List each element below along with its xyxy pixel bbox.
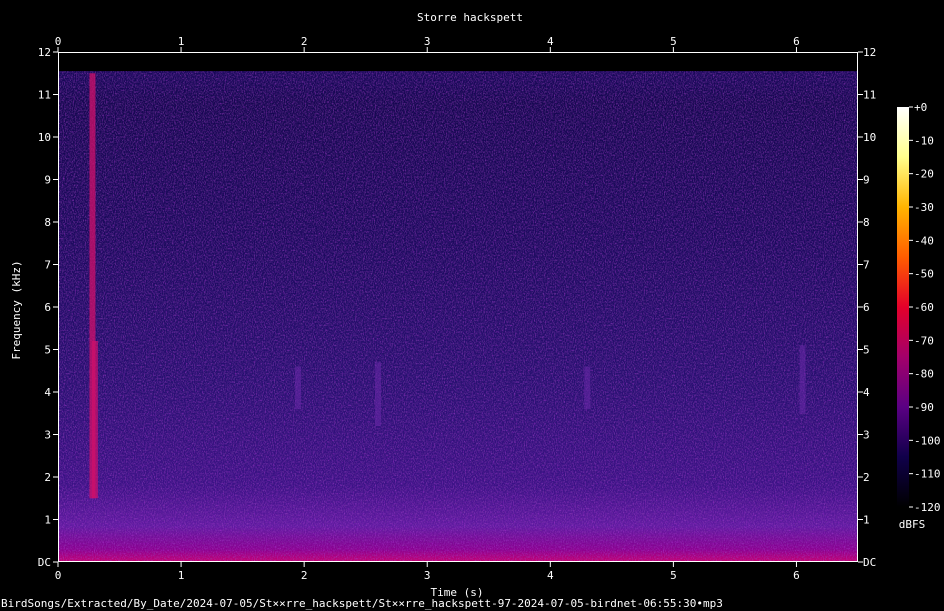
y-tick-label-right-10: 10 [863,131,876,144]
x-tick-label-bottom-5: 5 [670,569,677,582]
y-tick-label-left-8: 8 [44,216,51,229]
x-tick-label-top-2: 2 [301,35,308,48]
colorbar-tick-label-0: +0 [914,101,927,114]
y-tick-label-left-3: 3 [44,429,51,442]
colorbar-tick-label-10: -100 [914,434,941,447]
y-tick-label-left-10: 10 [38,131,51,144]
colorbar-tick-label-11: -110 [914,468,941,481]
event-streak-5 [799,345,806,414]
spectrogram-top-band [58,52,858,72]
colorbar-label: dBFS [899,518,926,531]
x-tick-label-top-0: 0 [55,35,62,48]
y-tick-label-right-8: 8 [863,216,870,229]
event-streak-2 [295,366,301,409]
y-axis-left: DC123456789101112 [38,46,58,569]
x-axis-bottom: 0 1 2 3 4 5 6 [55,562,800,582]
y-tick-label-right-12: 12 [863,46,876,59]
x-tick-label-bottom-4: 4 [547,569,554,582]
y-tick-label-left-5: 5 [44,344,51,357]
x-tick-label-top-4: 4 [547,35,554,48]
y-tick-label-left-11: 11 [38,89,51,102]
y-tick-label-right-6: 6 [863,301,870,314]
y-tick-label-right-4: 4 [863,386,870,399]
spectrogram-noise [58,71,858,562]
y-tick-label-left-6: 6 [44,301,51,314]
colorbar: +0 -10 -20 -30 -40 -50 -60 -70 -80 -90 -100 -110 -12… [897,101,941,531]
colorbar-tick-label-4: -40 [914,234,934,247]
y-tick-label-left-12: 12 [38,46,51,59]
y-tick-label-left-0: DC [38,556,51,569]
y-tick-label-left-7: 7 [44,259,51,272]
file-path-footer: BirdSongs/Extracted/By_Date/2024-07-05/S… [1,597,723,610]
y-tick-label-right-9: 9 [863,174,870,187]
y-tick-label-right-7: 7 [863,259,870,272]
colorbar-tick-label-6: -60 [914,301,934,314]
y-tick-label-right-11: 11 [863,89,876,102]
spectrogram-figure: 0123456 0123456 DC 1 2 3 4 5 6 7 8 9 10 11 12 DC 1 2 3 4… [0,0,944,611]
colorbar-tick-label-12: -120 [914,501,941,514]
event-streak-3 [375,362,381,426]
y-tick-label-right-1: 1 [863,514,870,527]
x-tick-label-bottom-6: 6 [793,569,800,582]
colorbar-tick-label-7: -70 [914,334,934,347]
x-axis-top: 0 1 2 3 4 5 6 [55,35,800,52]
colorbar-tick-label-9: -90 [914,401,934,414]
colorbar-gradient [897,107,909,507]
x-tick-label-top-3: 3 [424,35,431,48]
spectrogram-chart: 0123456 0123456 DC123456789101112 DC1234… [10,11,941,599]
y-tick-label-right-2: 2 [863,471,870,484]
y-axis-right: DC123456789101112 [858,46,876,569]
event-streak-4 [584,366,591,409]
colorbar-tick-label-1: -10 [914,134,934,147]
x-tick-label-bottom-1: 1 [178,569,185,582]
colorbar-tick-label-2: -20 [914,168,934,181]
x-tick-label-top-5: 5 [670,35,677,48]
colorbar-ticks: +0 -10 -20 -30 -40 -50 -60 -70 -80 -90 -100 -110 -12… [909,101,941,514]
colorbar-tick-label-8: -80 [914,368,934,381]
y-tick-label-left-2: 2 [44,471,51,484]
x-tick-label-bottom-2: 2 [301,569,308,582]
y-tick-label-left-9: 9 [44,174,51,187]
x-tick-label-bottom-3: 3 [424,569,431,582]
x-tick-label-bottom-0: 0 [55,569,62,582]
y-tick-label-right-3: 3 [863,429,870,442]
chart-title: Storre hackspett [417,11,523,24]
y-tick-label-right-0: DC [863,556,876,569]
colorbar-tick-label-3: -30 [914,201,934,214]
y-tick-label-right-5: 5 [863,344,870,357]
plot-area [58,52,858,562]
y-tick-label-left-1: 1 [44,514,51,527]
y-tick-label-left-4: 4 [44,386,51,399]
x-tick-label-top-1: 1 [178,35,185,48]
colorbar-tick-label-5: -50 [914,268,934,281]
event-streak-1 [91,341,98,499]
y-axis-label: Frequency (kHz) [10,260,23,359]
x-tick-label-top-6: 6 [793,35,800,48]
